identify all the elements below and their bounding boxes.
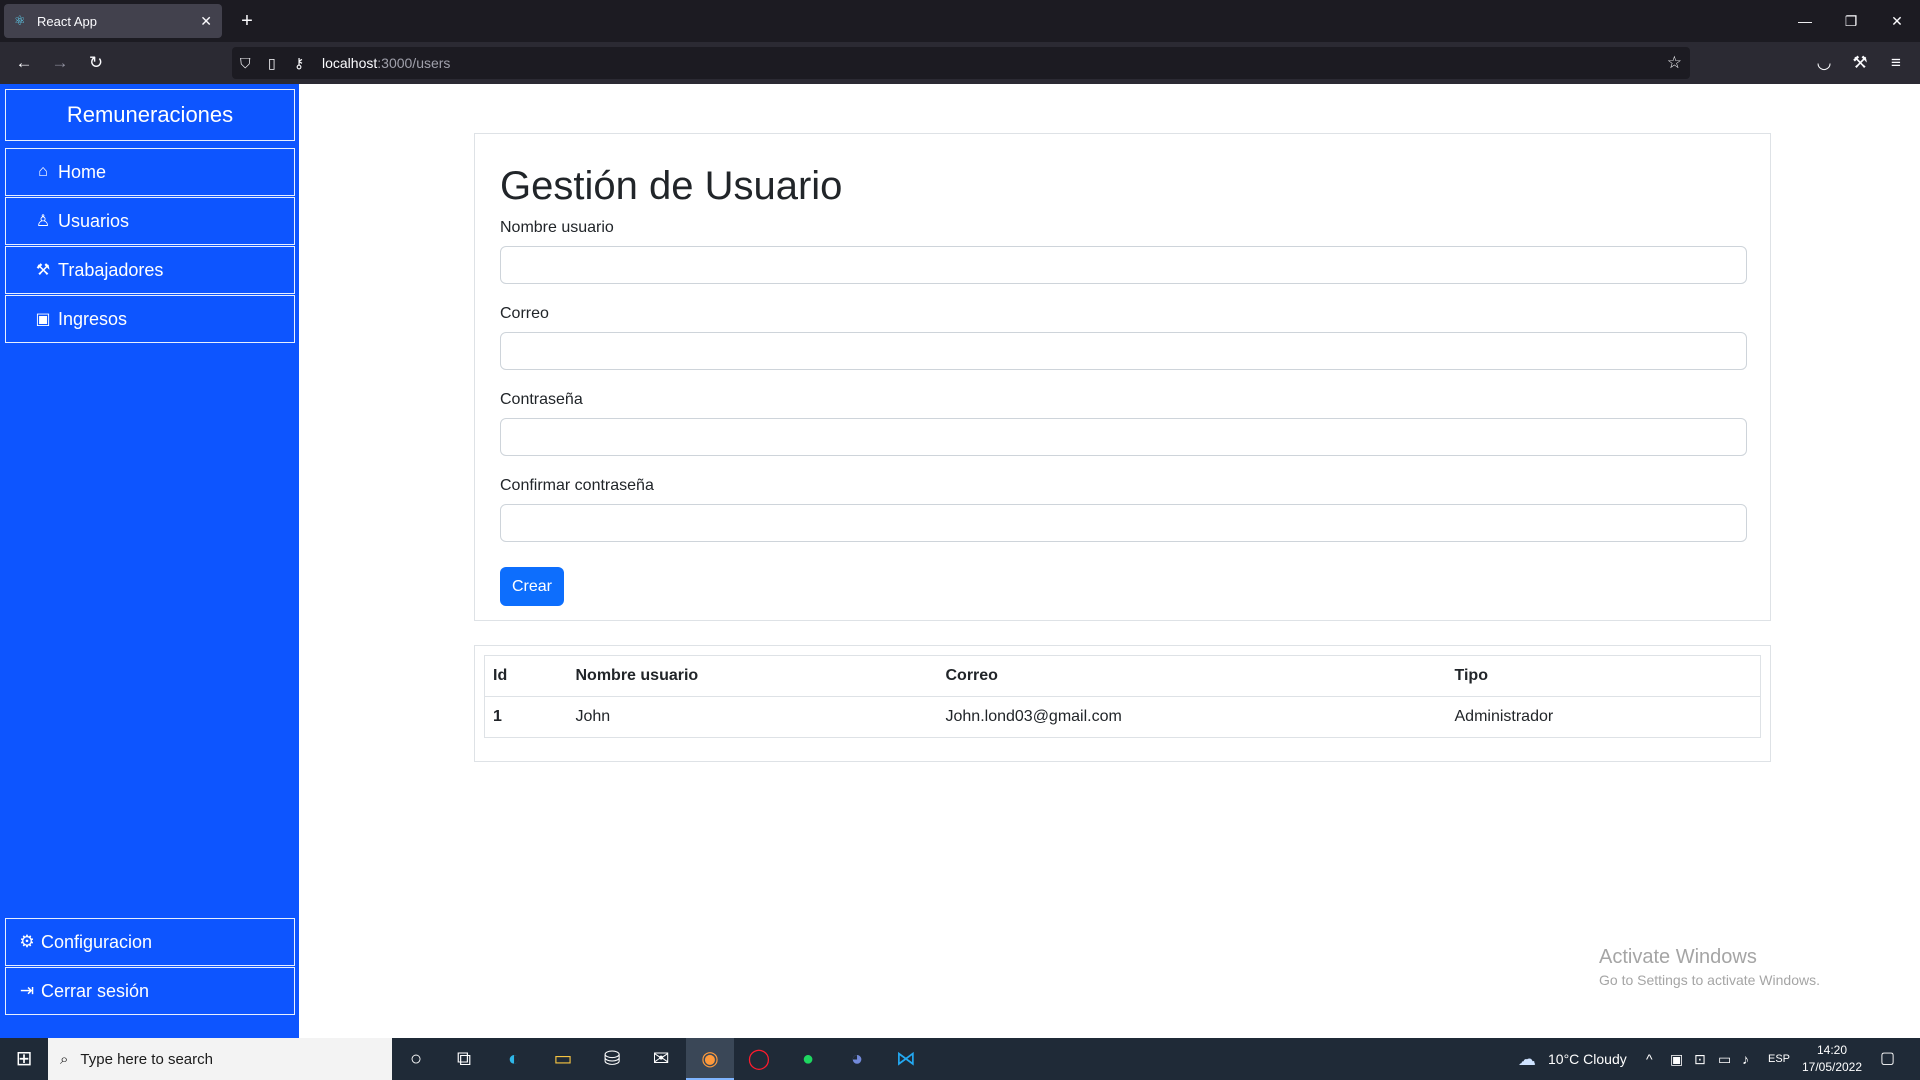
sidebar-item-label: Trabajadores	[58, 259, 164, 280]
user-form-card: Gestión de Usuario Nombre usuario Correo…	[474, 133, 1771, 621]
taskbar-clock[interactable]: 14:20 17/05/2022	[1797, 1042, 1867, 1076]
sidebar-item-label: Ingresos	[58, 308, 128, 329]
cell-email: John.lond03@gmail.com	[937, 696, 1447, 738]
confirm-password-input[interactable]	[500, 504, 1747, 542]
tray-network-status-icon[interactable]: ⊡	[1694, 1038, 1706, 1080]
column-header-type: Tipo	[1446, 655, 1761, 697]
sidebar-item-label: Cerrar sesión	[41, 980, 150, 1001]
cortana-icon[interactable]: ○	[392, 1038, 440, 1080]
notifications-icon[interactable]: ▢	[1880, 1038, 1895, 1080]
column-header-username: Nombre usuario	[567, 655, 938, 697]
file-explorer-icon[interactable]: ▭	[539, 1038, 587, 1080]
store-icon[interactable]: ⛁	[588, 1038, 636, 1080]
password-input[interactable]	[500, 418, 1747, 456]
sidebar-item-trabajadores[interactable]: ⚒ Trabajadores	[5, 246, 295, 294]
discord-icon[interactable]: ◕	[833, 1038, 881, 1080]
column-header-id: Id	[484, 655, 568, 697]
email-input[interactable]	[500, 332, 1747, 370]
restore-button[interactable]: ❐	[1828, 0, 1874, 42]
tray-chevron-icon[interactable]: ^	[1646, 1038, 1653, 1080]
mail-icon[interactable]: ✉	[637, 1038, 685, 1080]
sidebar-item-ingresos[interactable]: ▣ Ingresos	[5, 295, 295, 343]
cash-icon: ▣	[35, 311, 51, 328]
sidebar: Remuneraciones ⌂ Home ♙ Usuarios ⚒ Traba…	[0, 84, 299, 1038]
sidebar-item-label: Usuarios	[58, 210, 130, 231]
search-placeholder: Type here to search	[80, 1050, 213, 1068]
logout-icon: ⇥	[19, 981, 35, 1000]
url-path: :3000/users	[377, 55, 451, 71]
hammer-icon: ⚒	[35, 262, 51, 279]
bookmark-star-icon[interactable]: ☆	[1667, 47, 1682, 79]
home-icon: ⌂	[38, 163, 48, 180]
page-content: Remuneraciones ⌂ Home ♙ Usuarios ⚒ Traba…	[0, 84, 1920, 1038]
language-indicator[interactable]: ESP	[1768, 1038, 1790, 1080]
volume-icon[interactable]: ♪	[1742, 1038, 1749, 1080]
cell-id: 1	[484, 696, 568, 738]
weather-cloud-icon[interactable]: ☁	[1518, 1038, 1536, 1080]
browser-tab-bar: ⚛ React App ✕ + — ❐ ✕	[0, 0, 1920, 42]
create-button[interactable]: Crear	[500, 567, 564, 606]
page-icon[interactable]: ▯	[268, 47, 276, 79]
vscode-icon[interactable]: ⋈	[882, 1038, 930, 1080]
column-header-email: Correo	[937, 655, 1447, 697]
browser-nav-bar: ← → ↻ ⛉ ▯ ⚷ localhost:3000/users ☆ ◡ ⚒ ≡	[0, 42, 1920, 84]
spotify-icon[interactable]: ●	[784, 1038, 832, 1080]
menu-icon[interactable]: ≡	[1882, 49, 1910, 77]
opera-icon[interactable]: ◯	[735, 1038, 783, 1080]
password-label: Contraseña	[500, 391, 583, 408]
page-title: Gestión de Usuario	[500, 164, 843, 208]
edge-icon[interactable]: ◐	[490, 1038, 538, 1080]
pocket-icon[interactable]: ◡	[1810, 49, 1838, 77]
key-icon[interactable]: ⚷	[294, 47, 304, 79]
watermark-title: Activate Windows	[1599, 946, 1757, 968]
tray-app-icon[interactable]: ▣	[1670, 1038, 1683, 1080]
network-icon[interactable]: ▭	[1718, 1038, 1731, 1080]
username-input[interactable]	[500, 246, 1747, 284]
url-text[interactable]: localhost:3000/users	[322, 47, 450, 79]
taskbar-search[interactable]: ⌕ Type here to search	[48, 1038, 392, 1080]
browser-tab[interactable]: ⚛ React App ✕	[4, 4, 222, 38]
url-host: localhost	[322, 55, 378, 71]
search-icon: ⌕	[60, 1050, 69, 1068]
sidebar-item-usuarios[interactable]: ♙ Usuarios	[5, 197, 295, 245]
table-row: 1 John John.lond03@gmail.com Administrad…	[484, 696, 1761, 738]
extensions-wrench-icon[interactable]: ⚒	[1846, 49, 1874, 77]
address-bar[interactable]: ⛉ ▯ ⚷ localhost:3000/users ☆	[232, 47, 1690, 79]
watermark-subtitle: Go to Settings to activate Windows.	[1599, 972, 1820, 988]
confirm-password-label: Confirmar contraseña	[500, 477, 654, 494]
tab-title: React App	[37, 13, 97, 29]
users-table: Id Nombre usuario Correo Tipo 1 John Joh…	[484, 655, 1761, 738]
react-logo-icon: ⚛	[14, 13, 26, 28]
person-icon: ♙	[35, 213, 51, 230]
sidebar-item-configuracion[interactable]: ⚙ Configuracion	[5, 918, 295, 966]
users-table-card: Id Nombre usuario Correo Tipo 1 John Joh…	[474, 645, 1771, 762]
cell-type: Administrador	[1446, 696, 1761, 738]
table-header-row: Id Nombre usuario Correo Tipo	[484, 655, 1761, 697]
new-tab-button[interactable]: +	[234, 8, 260, 34]
activate-windows-watermark: Activate Windows Go to Settings to activ…	[1599, 946, 1820, 988]
firefox-icon[interactable]: ◉	[686, 1038, 734, 1080]
weather-text[interactable]: 10°C Cloudy	[1548, 1038, 1627, 1080]
clock-time: 14:20	[1816, 1043, 1848, 1057]
shield-icon[interactable]: ⛉	[240, 47, 251, 79]
windows-taskbar: ⊞ ⌕ Type here to search ○ ⧉ ◐ ▭ ⛁ ✉ ◉ ◯ …	[0, 1038, 1920, 1080]
reload-button[interactable]: ↻	[82, 49, 110, 77]
minimize-button[interactable]: —	[1782, 0, 1828, 42]
sidebar-brand[interactable]: Remuneraciones	[5, 89, 295, 141]
cell-username: John	[567, 696, 938, 738]
close-tab-icon[interactable]: ✕	[200, 13, 212, 30]
gear-icon: ⚙	[19, 932, 35, 951]
clock-date: 17/05/2022	[1801, 1060, 1863, 1074]
back-button[interactable]: ←	[10, 49, 38, 77]
sidebar-item-label: Configuracion	[41, 931, 153, 952]
task-view-icon[interactable]: ⧉	[440, 1038, 488, 1080]
sidebar-item-label: Home	[58, 161, 107, 182]
username-label: Nombre usuario	[500, 219, 614, 236]
sidebar-item-cerrar-sesion[interactable]: ⇥ Cerrar sesión	[5, 967, 295, 1015]
windows-start-icon[interactable]: ⊞	[0, 1038, 48, 1080]
email-label: Correo	[500, 305, 549, 322]
close-window-button[interactable]: ✕	[1874, 0, 1920, 42]
forward-button[interactable]: →	[46, 49, 74, 77]
sidebar-item-home[interactable]: ⌂ Home	[5, 148, 295, 196]
